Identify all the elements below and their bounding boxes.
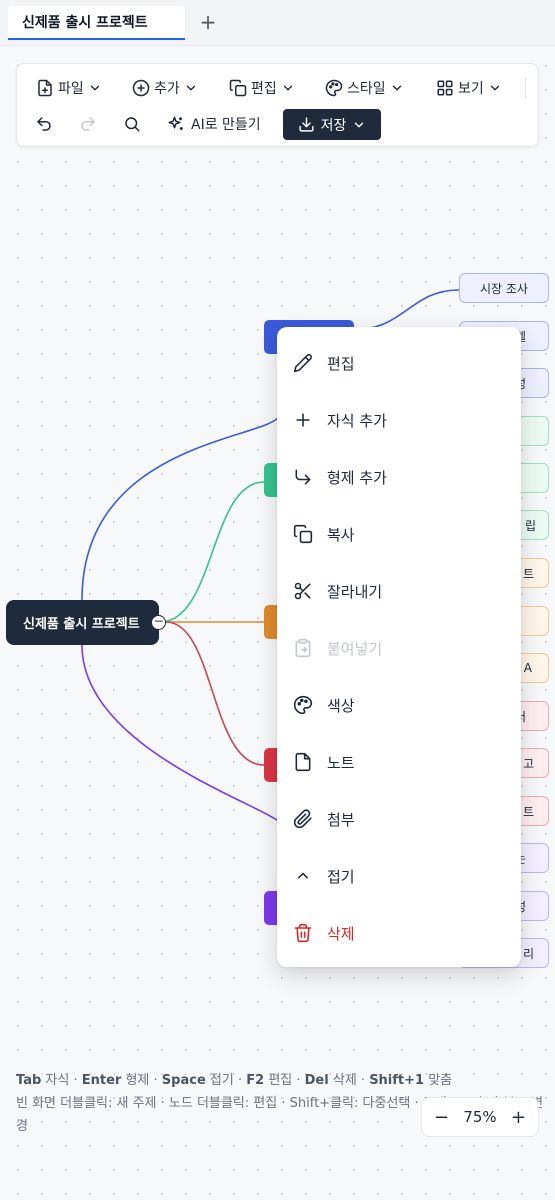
shortcut-desc: 맞춤 <box>428 1073 453 1088</box>
menu-item-cut[interactable]: 잘라내기 <box>277 567 521 615</box>
leaf-node[interactable]: 시장 조사 <box>459 273 549 303</box>
menu-item-paste[interactable]: 붙여넣기 <box>277 624 521 672</box>
leaf-label: 리 <box>522 946 534 961</box>
shortcut-desc: 삭제 <box>332 1073 357 1088</box>
menu-item-attach[interactable]: 첨부 <box>277 795 521 843</box>
clipboard-icon <box>295 638 311 658</box>
root-topic-label: 신제품 출시 프로젝트 <box>23 617 140 632</box>
shortcut-key: Enter <box>81 1073 122 1088</box>
zoom-out-button[interactable]: − <box>434 1107 449 1128</box>
paperclip-icon <box>293 809 312 829</box>
menu-item-label: 첨부 <box>327 810 355 829</box>
menu-item-add-sibling[interactable]: 형제 추가 <box>277 453 521 501</box>
menu-item-delete[interactable]: 삭제 <box>277 909 521 957</box>
menu-item-edit[interactable]: 편집 <box>277 339 521 387</box>
menu-item-label: 붙여넣기 <box>327 639 383 658</box>
edge-root-branch-5 <box>81 644 281 823</box>
node-context-menu: 편집 자식 추가 형제 추가 복사 잘라내기 붙여넣기 색상 노트 첨부 접기 … <box>277 327 521 967</box>
menu-item-color[interactable]: 색상 <box>277 681 521 729</box>
menu-item-label: 형제 추가 <box>327 468 387 487</box>
pencil-icon <box>293 354 312 373</box>
menu-item-label: 편집 <box>327 354 355 373</box>
shortcut-key: Shift+1 <box>369 1073 425 1088</box>
leaf-label: 트 <box>522 566 534 581</box>
chevron-up-icon <box>298 872 308 879</box>
edge-root-branch-4 <box>165 621 265 766</box>
collapse-toggle-button[interactable]: − <box>151 615 166 630</box>
palette-icon <box>293 695 313 715</box>
shortcut-key: F2 <box>246 1073 265 1088</box>
menu-item-label: 잘라내기 <box>327 582 383 601</box>
edge-root-branch-1 <box>81 414 281 601</box>
plus-icon <box>296 413 310 427</box>
menu-item-label: 자식 추가 <box>327 411 387 430</box>
leaf-label: A <box>523 661 532 675</box>
menu-item-label: 복사 <box>327 525 355 544</box>
menu-item-label: 삭제 <box>327 924 355 943</box>
shortcut-desc: 자식 <box>45 1073 70 1088</box>
copy-icon <box>293 524 313 544</box>
shortcut-desc: 편집 <box>268 1073 293 1088</box>
shortcut-key: Space <box>161 1073 206 1088</box>
shortcut-key: Del <box>304 1073 329 1088</box>
menu-item-label: 색상 <box>327 696 355 715</box>
zoom-in-button[interactable]: + <box>511 1107 526 1128</box>
menu-item-copy[interactable]: 복사 <box>277 510 521 558</box>
scissors-icon <box>294 582 311 600</box>
leaf-label: 고 <box>522 756 534 771</box>
zoom-control: − 75% + <box>421 1097 539 1137</box>
menu-item-label: 접기 <box>327 867 355 886</box>
trash-icon <box>294 923 312 943</box>
menu-item-collapse[interactable]: 접기 <box>277 852 521 900</box>
note-icon <box>295 752 311 772</box>
leaf-label: 트 <box>522 804 534 819</box>
menu-item-label: 노트 <box>327 753 355 772</box>
leaf-label: 립 <box>524 518 536 533</box>
shortcut-desc: 접기 <box>209 1073 234 1088</box>
edge-branch-1-leaf-1 <box>351 289 460 331</box>
zoom-level: 75% <box>463 1108 497 1126</box>
shortcut-desc: 형제 <box>125 1073 150 1088</box>
menu-item-note[interactable]: 노트 <box>277 738 521 786</box>
shortcut-key: Tab <box>16 1073 42 1088</box>
leaf-label: 시장 조사 <box>480 281 528 296</box>
corner-down-right-icon <box>295 469 311 485</box>
menu-item-add-child[interactable]: 자식 추가 <box>277 396 521 444</box>
root-topic-node[interactable]: 신제품 출시 프로젝트 <box>6 600 159 645</box>
edge-root-branch-2 <box>159 481 265 623</box>
shortcut-line-1: Tab 자식 · Enter 형제 · Space 접기 · F2 편집 · D… <box>16 1073 453 1088</box>
